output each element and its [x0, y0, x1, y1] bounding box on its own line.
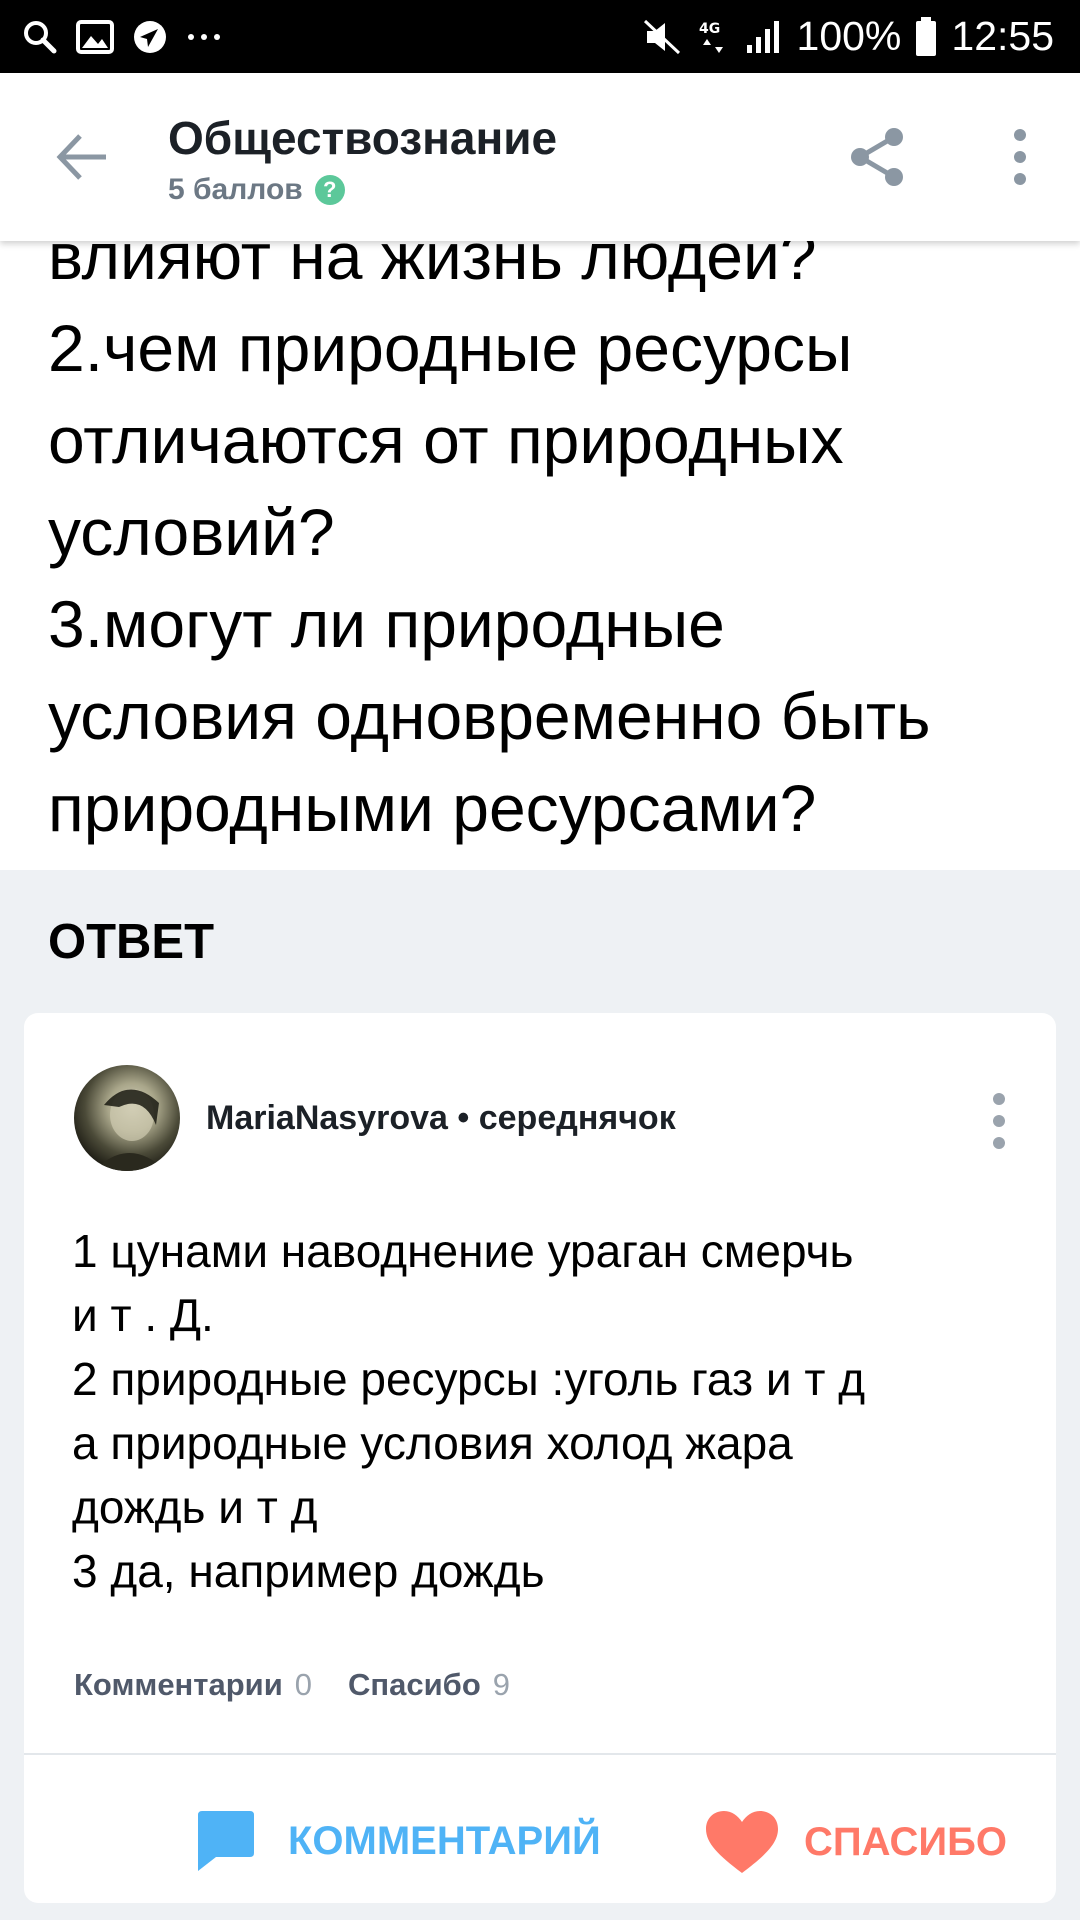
more-vertical-icon [1014, 129, 1026, 185]
thanks-stat[interactable]: Спасибо 9 [348, 1667, 510, 1703]
comment-bubble-icon [198, 1811, 254, 1871]
subject-title: Обществознание [168, 112, 558, 164]
share-icon [851, 128, 903, 186]
thanks-button[interactable]: СПАСИБО [704, 1809, 1007, 1875]
author-line: MariaNasyrova • середнячок [206, 1099, 676, 1138]
thanks-count: 9 [492, 1667, 510, 1702]
answer-stats: Комментарии 0 Спасибо 9 [74, 1667, 510, 1703]
author-rank: середнячок [478, 1099, 676, 1137]
back-button[interactable] [52, 127, 112, 187]
thanks-label: Спасибо [348, 1667, 481, 1702]
comments-label: Комментарии [74, 1667, 283, 1702]
search-icon [22, 19, 58, 55]
status-bar-left [22, 19, 222, 55]
more-notifications-icon [186, 32, 222, 42]
app-bar: Обществознание 5 баллов ? [0, 73, 1080, 241]
screen: 4G 100% 12:55 Обществознание 5 баллов ? [0, 0, 1080, 1920]
author-separator: • [457, 1099, 470, 1137]
network-type-label: 4G [699, 21, 720, 37]
status-bar-right: 4G 100% 12:55 [643, 13, 1054, 60]
navigation-icon [132, 19, 168, 55]
answer-card: MariaNasyrova • середнячок 1 цунами наво… [24, 1013, 1056, 1903]
arrow-back-icon [56, 134, 106, 180]
answer-section: ОТВЕТ MariaNasyrova • середнячок 1 цунам… [0, 870, 1080, 1920]
question-text: влияют на жизнь людей? 2.чем природные р… [48, 219, 931, 845]
signal-icon [745, 19, 783, 55]
share-button[interactable] [846, 125, 910, 189]
author-name[interactable]: MariaNasyrova [206, 1099, 448, 1137]
thanks-button-label: СПАСИБО [804, 1819, 1008, 1864]
status-bar: 4G 100% 12:55 [0, 0, 1080, 73]
more-vertical-icon [993, 1093, 1005, 1149]
answer-text: 1 цунами наводнение ураган смерчь и т . … [72, 1225, 866, 1597]
avatar-photo-icon [94, 1089, 166, 1171]
mute-icon [643, 19, 683, 55]
answer-options-button[interactable] [984, 1091, 1014, 1151]
points-row: 5 баллов ? [168, 173, 557, 207]
overflow-menu-button[interactable] [1000, 125, 1040, 189]
points-label: 5 баллов [168, 173, 303, 206]
title-block: Обществознание 5 баллов ? [168, 111, 557, 207]
help-icon[interactable]: ? [314, 175, 345, 205]
4g-icon: 4G [697, 17, 731, 57]
comment-button[interactable]: КОММЕНТАРИЙ [194, 1809, 601, 1873]
question-section: влияют на жизнь людей? 2.чем природные р… [0, 170, 1080, 870]
battery-icon [915, 16, 937, 57]
clock: 12:55 [951, 13, 1054, 59]
avatar[interactable] [74, 1065, 180, 1171]
comments-stat[interactable]: Комментарии 0 [74, 1667, 312, 1703]
battery-percentage: 100% [796, 13, 902, 59]
heart-icon [706, 1811, 778, 1873]
answer-heading: ОТВЕТ [48, 915, 215, 969]
card-divider [24, 1753, 1056, 1755]
gallery-icon [76, 19, 114, 54]
comments-count: 0 [294, 1667, 313, 1702]
comment-button-label: КОММЕНТАРИЙ [288, 1818, 601, 1863]
